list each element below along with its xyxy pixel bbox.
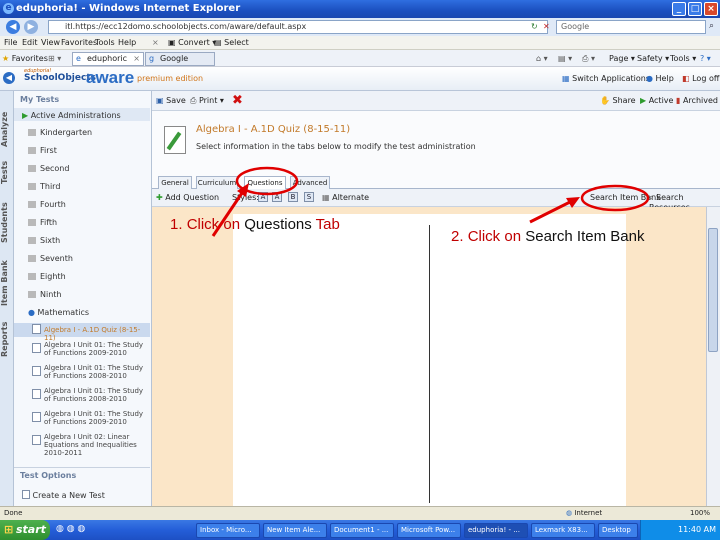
taskbar-item-powerpoint[interactable]: Microsoft Pow... (397, 523, 461, 538)
taskbar-item-eduphoria[interactable]: eduphoria! - ... (464, 523, 528, 538)
internet-zone: ◍ Internet (566, 509, 602, 517)
taskbar-item-document1[interactable]: Document1 - ... (330, 523, 394, 538)
status-bar: Done ◍ Internet 100% (0, 506, 720, 520)
windows-logo-icon: ⊞ (4, 523, 14, 536)
status-text: Done (4, 509, 23, 517)
taskbar-item-new-item[interactable]: New Item Ale... (263, 523, 327, 538)
annotation-overlay (211, 166, 650, 237)
arrow-2-shaft (529, 200, 571, 224)
arrow-1-shaft (211, 189, 246, 237)
taskbar-item-desktop[interactable]: Desktop (598, 523, 638, 538)
taskbar-item-inbox[interactable]: Inbox - Micro... (196, 523, 260, 538)
taskbar-item-lexmark[interactable]: Lexmark X83... (531, 523, 595, 538)
quicklaunch-icons[interactable]: ◍ ◍ ◍ (56, 524, 85, 534)
zoom-level[interactable]: 100% (690, 509, 710, 517)
start-button[interactable]: ⊞ start (0, 520, 50, 540)
zone-label: Internet (574, 509, 603, 517)
clock[interactable]: 11:40 AM (678, 525, 716, 534)
globe-icon: ◍ (566, 509, 573, 517)
start-label: start (16, 523, 46, 536)
search-item-bank-highlight-ring (580, 184, 650, 212)
system-tray: 11:40 AM (640, 520, 720, 540)
